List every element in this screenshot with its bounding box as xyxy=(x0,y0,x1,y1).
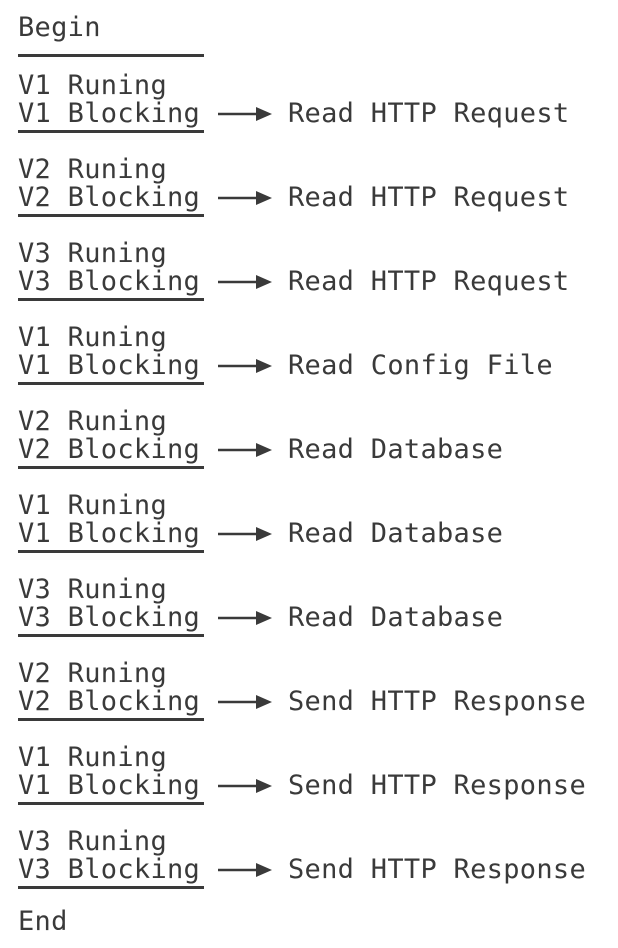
action-label: Send HTTP Response xyxy=(288,854,586,885)
step-divider xyxy=(18,550,204,553)
blocking-label: V1 Blocking xyxy=(18,98,201,129)
running-label: V2 Runing xyxy=(18,406,167,437)
begin-divider xyxy=(18,54,204,57)
blocking-label: V2 Blocking xyxy=(18,686,201,717)
right-arrow-icon xyxy=(218,443,272,457)
step-divider xyxy=(18,466,204,469)
step-block: V1 Runing V1 Blocking Read Database xyxy=(0,492,618,576)
blocking-label: V2 Blocking xyxy=(18,434,201,465)
right-arrow-icon xyxy=(218,359,272,373)
step-block: V3 Runing V3 Blocking Read HTTP Request xyxy=(0,240,618,324)
running-label: V2 Runing xyxy=(18,658,167,689)
running-label: V1 Runing xyxy=(18,742,167,773)
step-block: V3 Runing V3 Blocking Send HTTP Response xyxy=(0,828,618,912)
blocking-label: V2 Blocking xyxy=(18,182,201,213)
step-block: V1 Runing V1 Blocking Read HTTP Request xyxy=(0,72,618,156)
blocking-label: V1 Blocking xyxy=(18,350,201,381)
begin-label: Begin xyxy=(18,12,101,43)
step-divider xyxy=(18,802,204,805)
running-label: V3 Runing xyxy=(18,238,167,269)
step-block: V2 Runing V2 Blocking Read Database xyxy=(0,408,618,492)
action-label: Read HTTP Request xyxy=(288,182,570,213)
right-arrow-icon xyxy=(218,527,272,541)
step-divider xyxy=(18,382,204,385)
right-arrow-icon xyxy=(218,275,272,289)
step-block: V1 Runing V1 Blocking Send HTTP Response xyxy=(0,744,618,828)
action-label: Send HTTP Response xyxy=(288,686,586,717)
blocking-label: V3 Blocking xyxy=(18,854,201,885)
action-label: Read Database xyxy=(288,434,504,465)
blocking-label: V1 Blocking xyxy=(18,518,201,549)
step-block: V3 Runing V3 Blocking Read Database xyxy=(0,576,618,660)
step-divider xyxy=(18,886,204,889)
step-divider xyxy=(18,298,204,301)
action-label: Read HTTP Request xyxy=(288,266,570,297)
end-label: End xyxy=(18,906,68,937)
step-block: V2 Runing V2 Blocking Read HTTP Request xyxy=(0,156,618,240)
action-label: Read Config File xyxy=(288,350,553,381)
step-block: V1 Runing V1 Blocking Read Config File xyxy=(0,324,618,408)
running-label: V3 Runing xyxy=(18,574,167,605)
running-label: V2 Runing xyxy=(18,154,167,185)
running-label: V1 Runing xyxy=(18,322,167,353)
step-divider xyxy=(18,718,204,721)
right-arrow-icon xyxy=(218,695,272,709)
step-divider xyxy=(18,130,204,133)
right-arrow-icon xyxy=(218,107,272,121)
right-arrow-icon xyxy=(218,191,272,205)
blocking-label: V3 Blocking xyxy=(18,266,201,297)
running-label: V1 Runing xyxy=(18,70,167,101)
right-arrow-icon xyxy=(218,863,272,877)
action-label: Send HTTP Response xyxy=(288,770,586,801)
blocking-label: V1 Blocking xyxy=(18,770,201,801)
right-arrow-icon xyxy=(218,779,272,793)
step-divider xyxy=(18,634,204,637)
step-block: V2 Runing V2 Blocking Send HTTP Response xyxy=(0,660,618,744)
running-label: V3 Runing xyxy=(18,826,167,857)
right-arrow-icon xyxy=(218,611,272,625)
action-label: Read HTTP Request xyxy=(288,98,570,129)
action-label: Read Database xyxy=(288,602,504,633)
blocking-label: V3 Blocking xyxy=(18,602,201,633)
running-label: V1 Runing xyxy=(18,490,167,521)
action-label: Read Database xyxy=(288,518,504,549)
step-divider xyxy=(18,214,204,217)
